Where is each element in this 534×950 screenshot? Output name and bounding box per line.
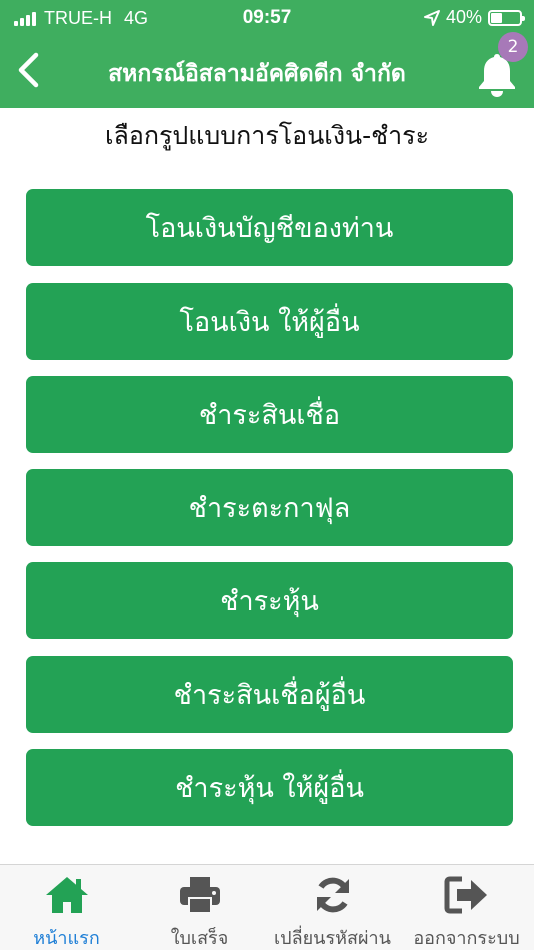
pay-others-shares-button[interactable]: ชำระหุ้น ให้ผู้อื่น (26, 749, 513, 826)
tab-logout-label: ออกจากระบบ (413, 928, 520, 949)
battery-percent: 40% (445, 7, 482, 27)
home-icon (45, 877, 88, 913)
tab-home[interactable]: หน้าแรก (0, 865, 133, 950)
tab-receipt[interactable]: ใบเสร็จ (133, 865, 266, 950)
pay-others-loan-button[interactable]: ชำระสินเชื่อผู้อื่น (26, 656, 513, 733)
tab-receipt-label: ใบเสร็จ (170, 928, 229, 949)
app-title: สหกรณ์อิสลามอัคศิดดีก จำกัด (108, 61, 406, 87)
transfer-own-account-button[interactable]: โอนเงินบัญชีของท่าน (26, 189, 513, 266)
printer-icon (179, 877, 220, 914)
page-subtitle: เลือกรูปแบบการโอนเงิน-ชำระ (104, 121, 430, 150)
nav-bar: สหกรณ์อิสลามอัคศิดดีก จำกัด (0, 36, 534, 108)
notification-badge: 2 (498, 32, 528, 62)
pay-loan-button[interactable]: ชำระสินเชื่อ (26, 376, 513, 453)
tab-change-password[interactable]: เปลี่ยนรหัสผ่าน (266, 865, 399, 950)
transfer-to-others-button[interactable]: โอนเงิน ให้ผู้อื่น (26, 283, 513, 360)
tab-change-password-label: เปลี่ยนรหัสผ่าน (274, 928, 391, 949)
pay-takaful-button[interactable]: ชำระตะกาฟุล (26, 469, 513, 546)
top-bar: TRUE-H 4G 09:57 40% สหกรณ์อิสลามอัคศิดดี… (0, 0, 534, 108)
logout-icon (444, 876, 487, 914)
battery-icon (488, 9, 525, 26)
chevron-left-icon (18, 52, 39, 88)
back-button[interactable] (10, 50, 46, 90)
main-content: เลือกรูปแบบการโอนเงิน-ชำระ โอนเงินบัญชีข… (0, 108, 534, 864)
status-bar: TRUE-H 4G 09:57 40% (0, 0, 534, 36)
tab-home-label: หน้าแรก (33, 928, 100, 949)
bottom-tab-bar: หน้าแรก ใบเสร็จ เปลี่ยนรหัสผ่าน ออกจากระ… (0, 864, 534, 950)
location-icon (423, 9, 440, 26)
tab-logout[interactable]: ออกจากระบบ (400, 865, 533, 950)
refresh-icon (316, 877, 349, 913)
pay-shares-button[interactable]: ชำระหุ้น (26, 562, 513, 639)
